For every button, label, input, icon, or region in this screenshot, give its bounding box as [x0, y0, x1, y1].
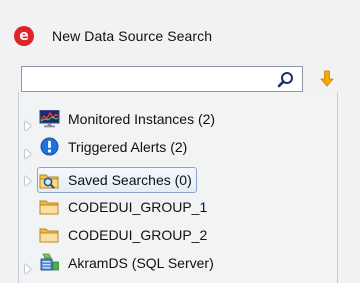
app-logo-icon: e [14, 26, 34, 46]
expand-arrow-icon[interactable] [25, 264, 31, 274]
search-row [21, 66, 337, 92]
monitor-icon [39, 110, 60, 128]
tree-item-label: AkramDS (SQL Server) [68, 254, 214, 271]
tree-item-triggered-alerts[interactable]: Triggered Alerts (2) [39, 134, 187, 159]
panel-title: New Data Source Search [52, 28, 213, 44]
search-input[interactable] [22, 67, 272, 91]
folder-icon [39, 228, 59, 243]
panel-header: e New Data Source Search [14, 25, 212, 47]
expand-arrow-icon[interactable] [25, 176, 31, 186]
tree-item-saved-searches[interactable]: Saved Searches (0) [37, 167, 197, 193]
search-box [21, 66, 303, 92]
tree-item-label: CODEDUI_GROUP_1 [68, 198, 208, 215]
tree-item-monitored-instances[interactable]: Monitored Instances (2) [39, 106, 215, 131]
expand-arrow-icon[interactable] [25, 121, 31, 131]
tree-view: Monitored Instances (2) Triggered Alerts… [18, 92, 338, 283]
search-icon[interactable] [277, 71, 294, 88]
tree-item-label: Monitored Instances (2) [68, 110, 216, 127]
expand-arrow-icon[interactable] [25, 149, 31, 159]
folder-icon [39, 200, 59, 215]
database-server-icon [40, 253, 59, 271]
tree-item-akramds[interactable]: AkramDS (SQL Server) [39, 250, 214, 275]
sort-down-icon[interactable] [319, 69, 335, 89]
tree-item-label: Saved Searches (0) [68, 172, 192, 188]
tree-item-label: Triggered Alerts (2) [68, 138, 188, 155]
saved-search-folder-icon [39, 174, 59, 188]
tree-item-label: CODEDUI_GROUP_2 [68, 226, 208, 243]
tree-item-codedui-group-1[interactable]: CODEDUI_GROUP_1 [39, 194, 207, 219]
data-source-search-panel: e New Data Source Search Monitored Insta… [0, 0, 360, 283]
alert-icon [40, 137, 59, 156]
tree-item-codedui-group-2[interactable]: CODEDUI_GROUP_2 [39, 222, 207, 247]
